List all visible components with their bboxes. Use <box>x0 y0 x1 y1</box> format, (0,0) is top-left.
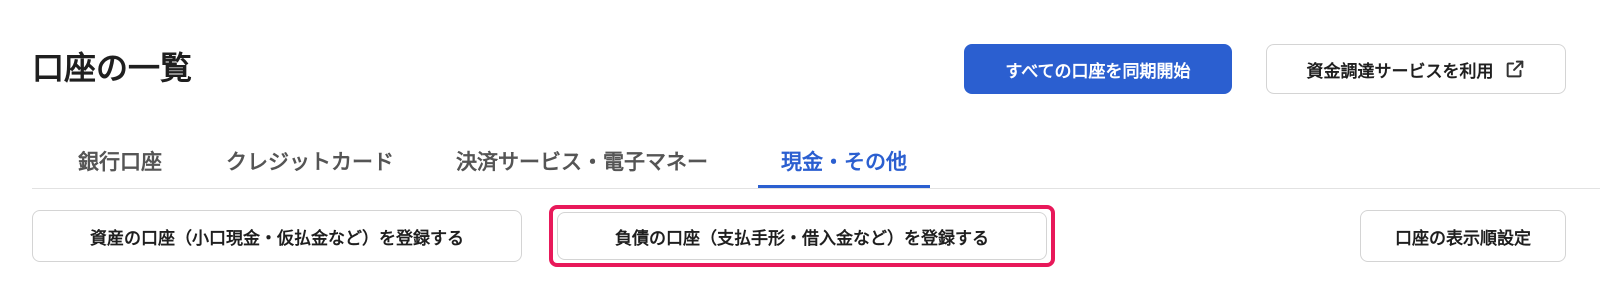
tab-credit-cards[interactable]: クレジットカード <box>210 140 410 188</box>
external-link-icon <box>1504 58 1526 80</box>
register-liability-account-button[interactable]: 負債の口座（支払手形・借入金など）を登録する <box>557 212 1047 260</box>
accounts-page: 口座の一覧 すべての口座を同期開始 資金調達サービスを利用 銀行口座 クレジット… <box>0 0 1600 284</box>
sync-all-accounts-button[interactable]: すべての口座を同期開始 <box>964 44 1232 94</box>
funding-service-button[interactable]: 資金調達サービスを利用 <box>1266 44 1566 94</box>
display-order-settings-button[interactable]: 口座の表示順設定 <box>1360 210 1566 262</box>
funding-service-label: 資金調達サービスを利用 <box>1306 61 1494 82</box>
tab-bank-accounts[interactable]: 銀行口座 <box>70 140 170 188</box>
tab-cash-other[interactable]: 現金・その他 <box>758 140 930 188</box>
tab-payment-services[interactable]: 決済サービス・電子マネー <box>432 140 732 188</box>
page-title: 口座の一覧 <box>32 49 193 87</box>
register-asset-account-button[interactable]: 資産の口座（小口現金・仮払金など）を登録する <box>32 210 522 262</box>
account-type-tabs: 銀行口座 クレジットカード 決済サービス・電子マネー 現金・その他 <box>32 140 1600 189</box>
